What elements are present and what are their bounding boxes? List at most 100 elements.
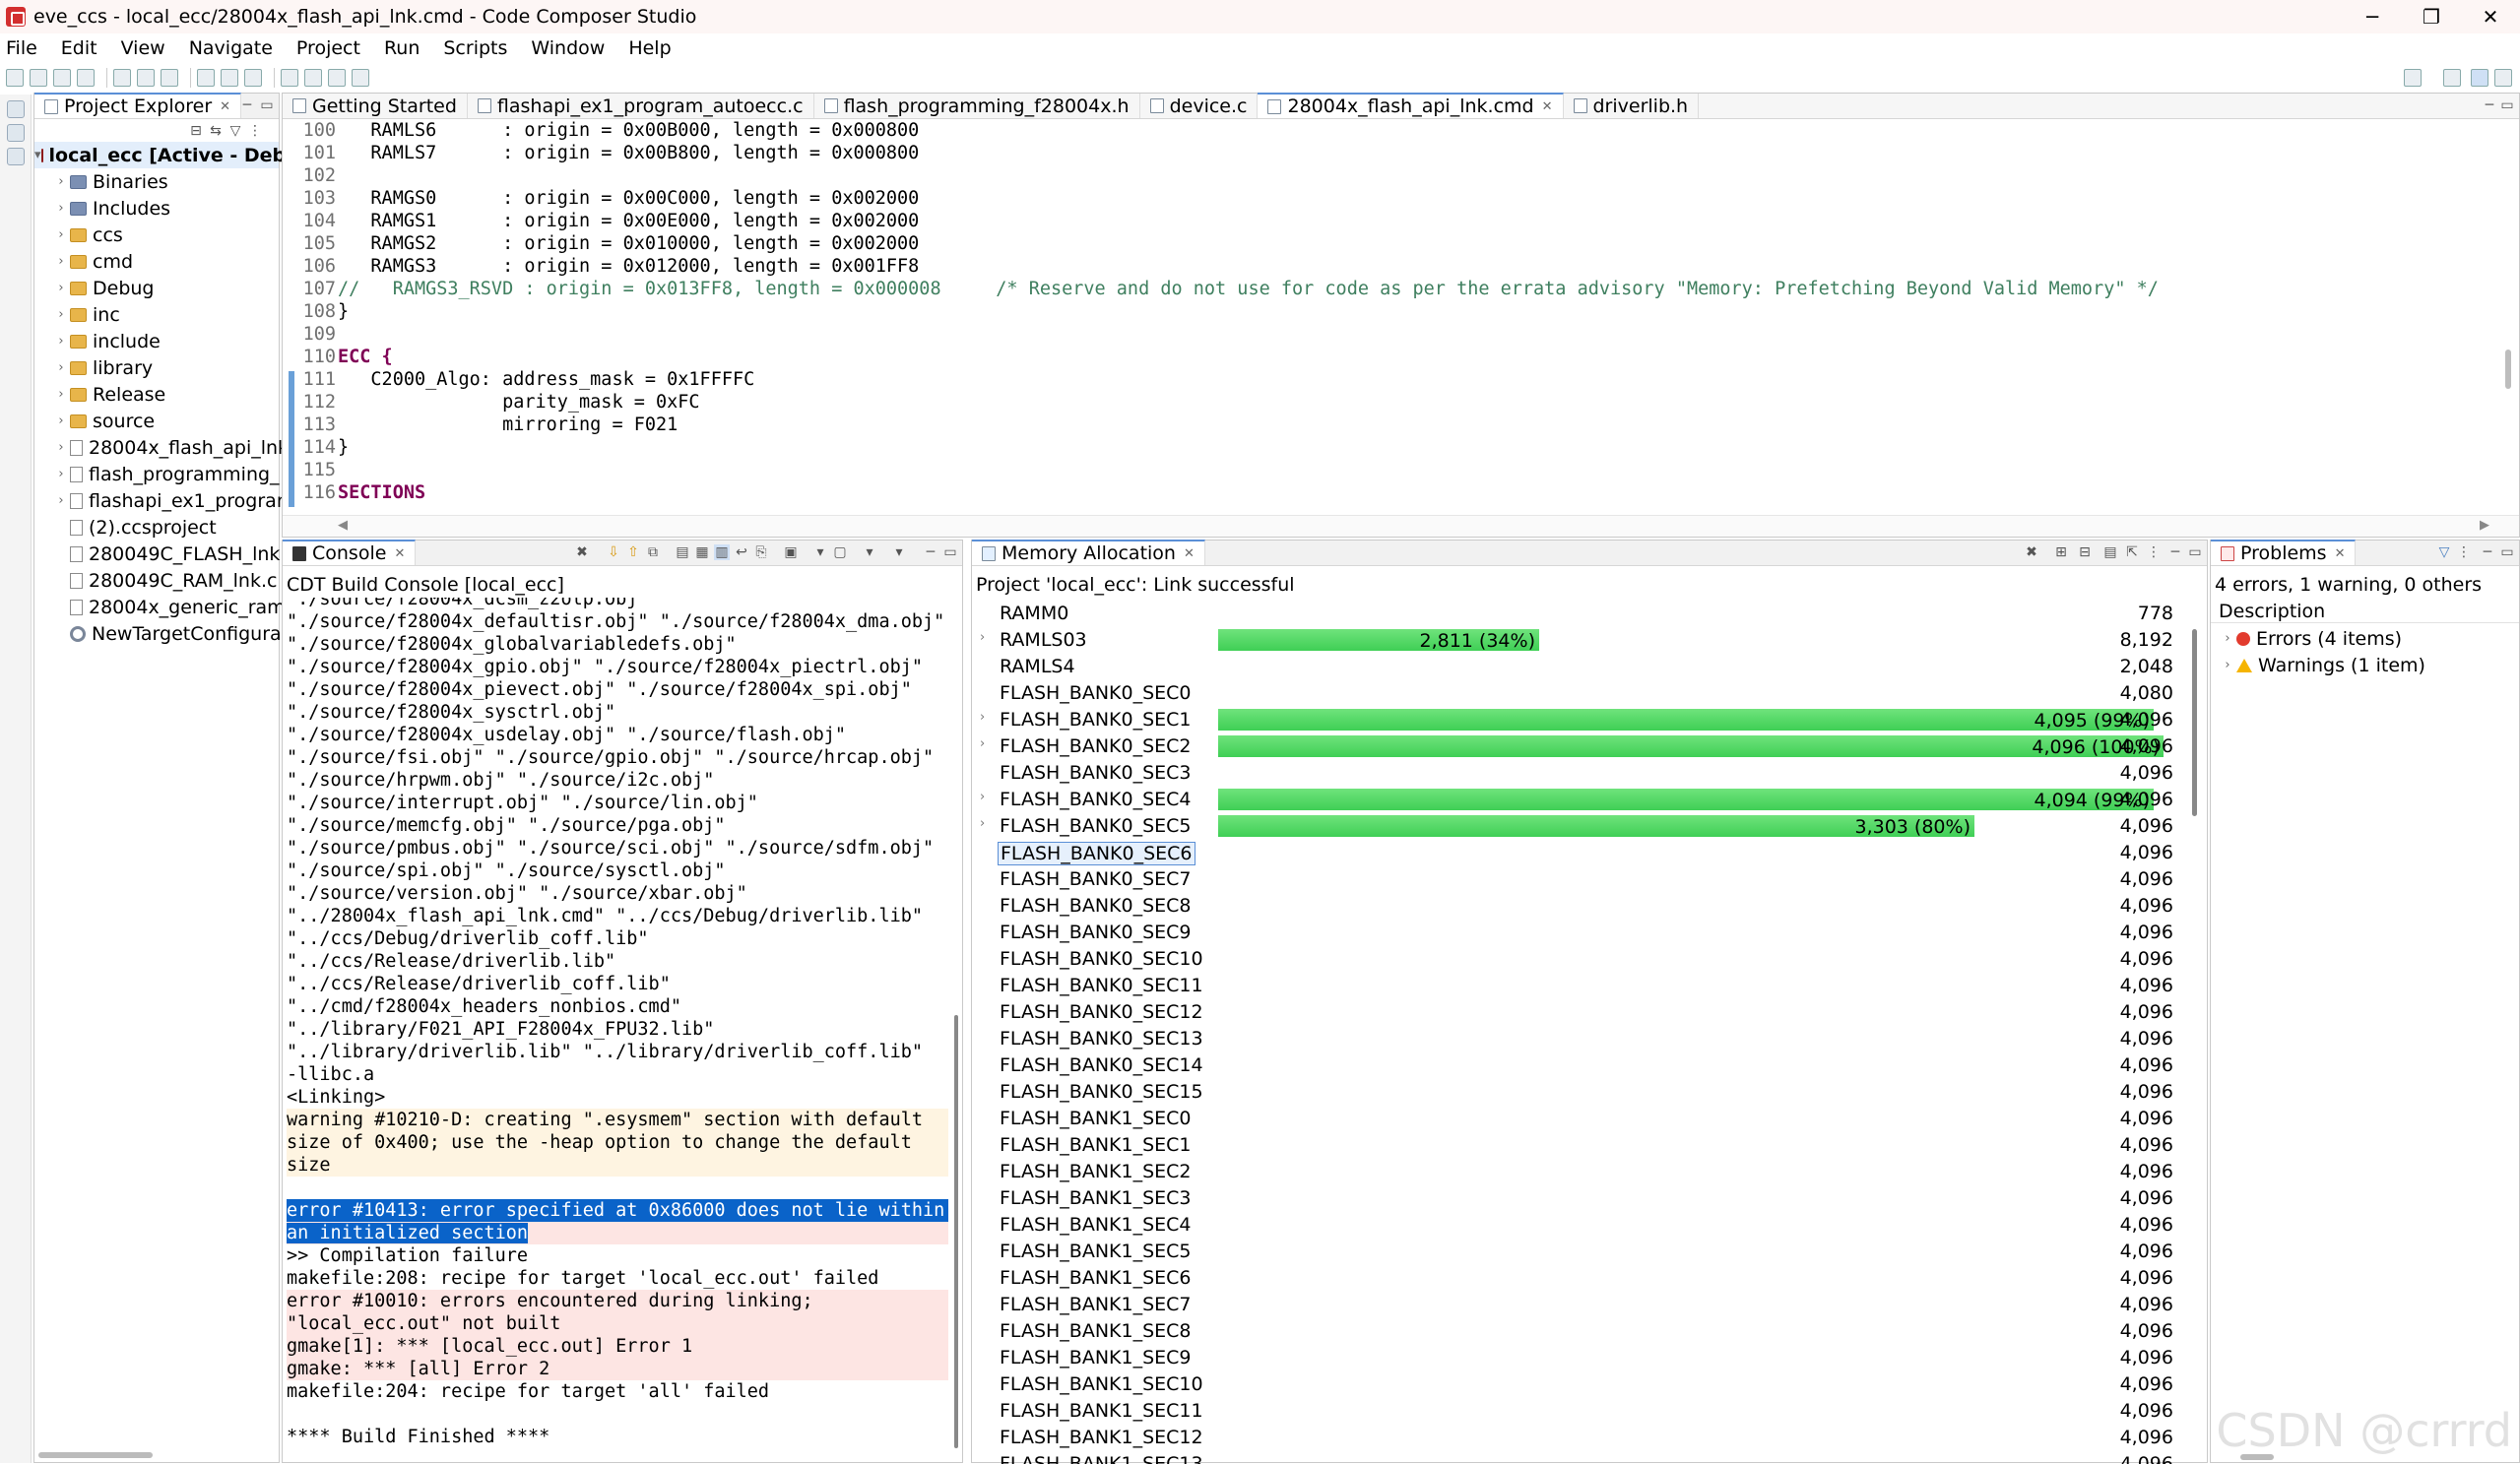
menu-help[interactable]: Help: [628, 37, 671, 59]
minimize-view-icon[interactable]: ─: [2480, 544, 2495, 560]
menu-navigate[interactable]: Navigate: [189, 37, 273, 59]
tree-item[interactable]: ›flash_programming_: [52, 461, 280, 487]
flash-icon[interactable]: [161, 69, 178, 87]
chevron-right-icon[interactable]: ›: [980, 816, 994, 831]
scroll-right-icon[interactable]: ▶: [2480, 518, 2489, 533]
open-console-dropdown-icon[interactable]: ▾: [862, 544, 877, 560]
horizontal-scrollbar[interactable]: [38, 1452, 153, 1458]
chevron-right-icon[interactable]: ›: [52, 334, 70, 349]
filter-icon[interactable]: ▽: [2436, 544, 2452, 560]
open-file-icon[interactable]: ▤: [2102, 544, 2118, 560]
tree-item[interactable]: ›Binaries: [52, 168, 168, 195]
memory-row[interactable]: FLASH_BANK0_SEC124,096: [972, 998, 2185, 1025]
tab-project-explorer[interactable]: Project Explorer ✕: [34, 93, 241, 118]
view-menu-icon[interactable]: ⋮: [247, 123, 263, 139]
problems-header[interactable]: Description: [2211, 598, 2519, 623]
chevron-right-icon[interactable]: ›: [2219, 631, 2236, 646]
debug-icon[interactable]: [137, 69, 155, 87]
maximize-view-icon[interactable]: ▭: [259, 97, 275, 113]
close-icon[interactable]: ✕: [394, 546, 405, 561]
toggle-mark-icon[interactable]: [244, 69, 262, 87]
clear-console-icon[interactable]: ▦: [694, 544, 710, 560]
tree-item[interactable]: 280049C_RAM_lnk.c: [52, 567, 277, 594]
editor-vscroll-thumb[interactable]: [2505, 350, 2511, 389]
chevron-down-icon[interactable]: ▾: [34, 148, 41, 162]
memory-row[interactable]: FLASH_BANK0_SEC64,096: [972, 839, 2185, 865]
minimize-view-icon[interactable]: ─: [2482, 97, 2497, 113]
tab-device-c[interactable]: device.c: [1140, 94, 1259, 118]
tree-item[interactable]: ›28004x_flash_api_lnk: [52, 434, 289, 461]
tree-item[interactable]: ›flashapi_ex1_progran: [52, 487, 289, 514]
chevron-right-icon[interactable]: ›: [52, 493, 70, 508]
new-icon[interactable]: [6, 69, 24, 87]
filter-icon[interactable]: ▽: [227, 123, 243, 139]
close-icon[interactable]: ✕: [2335, 546, 2346, 561]
maximize-button[interactable]: ❐: [2402, 0, 2461, 33]
view-menu-icon[interactable]: ▾: [891, 544, 907, 560]
tab-problems[interactable]: Problems ✕: [2211, 540, 2356, 565]
memory-row[interactable]: FLASH_BANK1_SEC74,096: [972, 1291, 2185, 1317]
open-type-icon[interactable]: [221, 69, 238, 87]
collapse-all-icon[interactable]: ⊟: [2077, 544, 2093, 560]
tab-flash-api-lnk-cmd[interactable]: 28004x_flash_api_lnk.cmd✕: [1258, 93, 1563, 118]
target-icon[interactable]: [7, 148, 25, 165]
expand-all-icon[interactable]: ⊞: [2053, 544, 2069, 560]
prev-annotation-icon[interactable]: [281, 69, 298, 87]
menu-view[interactable]: View: [121, 37, 165, 59]
memory-vscroll-thumb[interactable]: [2192, 629, 2197, 816]
restore-icon[interactable]: [7, 100, 25, 118]
close-button[interactable]: ✕: [2461, 0, 2520, 33]
tree-item[interactable]: ›Debug: [52, 275, 154, 301]
close-icon[interactable]: ✕: [220, 99, 230, 114]
memory-row[interactable]: FLASH_BANK0_SEC154,096: [972, 1078, 2185, 1105]
display-console-icon[interactable]: ▣: [783, 544, 799, 560]
tree-item[interactable]: ›library: [52, 354, 153, 381]
tree-item[interactable]: ›cmd: [52, 248, 133, 275]
memory-row[interactable]: FLASH_BANK0_SEC144,096: [972, 1051, 2185, 1078]
view-menu-icon[interactable]: ⋮: [2456, 544, 2472, 560]
open-console-icon[interactable]: ▢: [832, 544, 848, 560]
prev-marker-icon[interactable]: ⇧: [625, 544, 641, 560]
memory-row[interactable]: FLASH_BANK0_SEC134,096: [972, 1025, 2185, 1051]
save-all-icon[interactable]: [53, 69, 71, 87]
memory-row[interactable]: FLASH_BANK1_SEC94,096: [972, 1344, 2185, 1370]
export-icon[interactable]: ⇱: [2124, 544, 2140, 560]
tree-item[interactable]: ›inc: [52, 301, 120, 328]
chevron-right-icon[interactable]: ›: [980, 790, 994, 804]
tab-console[interactable]: Console ✕: [283, 540, 416, 565]
collapse-all-icon[interactable]: ⊟: [188, 123, 204, 139]
menu-edit[interactable]: Edit: [61, 37, 97, 59]
chevron-right-icon[interactable]: ›: [52, 414, 70, 428]
word-wrap-icon[interactable]: ↩: [734, 544, 749, 560]
chevron-right-icon[interactable]: ›: [980, 630, 994, 645]
memory-row[interactable]: ›FLASH_BANK0_SEC53,303 (80%)4,096: [972, 812, 2185, 839]
memory-row[interactable]: FLASH_BANK0_SEC114,096: [972, 972, 2185, 998]
memory-row[interactable]: FLASH_BANK1_SEC124,096: [972, 1424, 2185, 1450]
tab-flashapi-c[interactable]: flashapi_ex1_program_autoecc.c: [468, 94, 814, 118]
chevron-right-icon[interactable]: ›: [52, 360, 70, 375]
code-area[interactable]: 100 RAMLS6 : origin = 0x00B000, length =…: [296, 119, 2499, 509]
project-root[interactable]: ▾ local_ecc [Active - Deb: [34, 142, 279, 168]
tree-item[interactable]: (2).ccsproject: [52, 514, 217, 541]
maximize-view-icon[interactable]: ▭: [942, 544, 958, 560]
chevron-right-icon[interactable]: ›: [52, 307, 70, 322]
next-marker-icon[interactable]: ⇩: [606, 544, 621, 560]
scroll-left-icon[interactable]: ◀: [338, 518, 348, 533]
ccs-edit-perspective-icon[interactable]: [2471, 69, 2488, 87]
memory-row[interactable]: FLASH_BANK1_SEC64,096: [972, 1264, 2185, 1291]
maximize-view-icon[interactable]: ▭: [2499, 544, 2515, 560]
memory-row[interactable]: ›RAMLS032,811 (34%)8,192: [972, 626, 2185, 653]
scroll-lock-icon[interactable]: ▥: [714, 544, 730, 560]
close-icon[interactable]: ✕: [1184, 546, 1195, 561]
minimize-view-icon[interactable]: ─: [239, 97, 255, 113]
memory-row[interactable]: FLASH_BANK0_SEC04,080: [972, 679, 2185, 706]
memory-row[interactable]: RAMM0778: [972, 600, 2185, 626]
chevron-right-icon[interactable]: ›: [52, 174, 70, 189]
chevron-right-icon[interactable]: ›: [52, 440, 70, 455]
tree-item[interactable]: 28004x_generic_ram: [52, 594, 286, 620]
close-icon[interactable]: ✕: [1542, 99, 1553, 114]
memory-row[interactable]: FLASH_BANK0_SEC34,096: [972, 759, 2185, 786]
chevron-right-icon[interactable]: ›: [2219, 658, 2236, 672]
memory-row[interactable]: ›FLASH_BANK0_SEC24,096 (100%)4,096: [972, 732, 2185, 759]
tree-item[interactable]: ›source: [52, 408, 155, 434]
